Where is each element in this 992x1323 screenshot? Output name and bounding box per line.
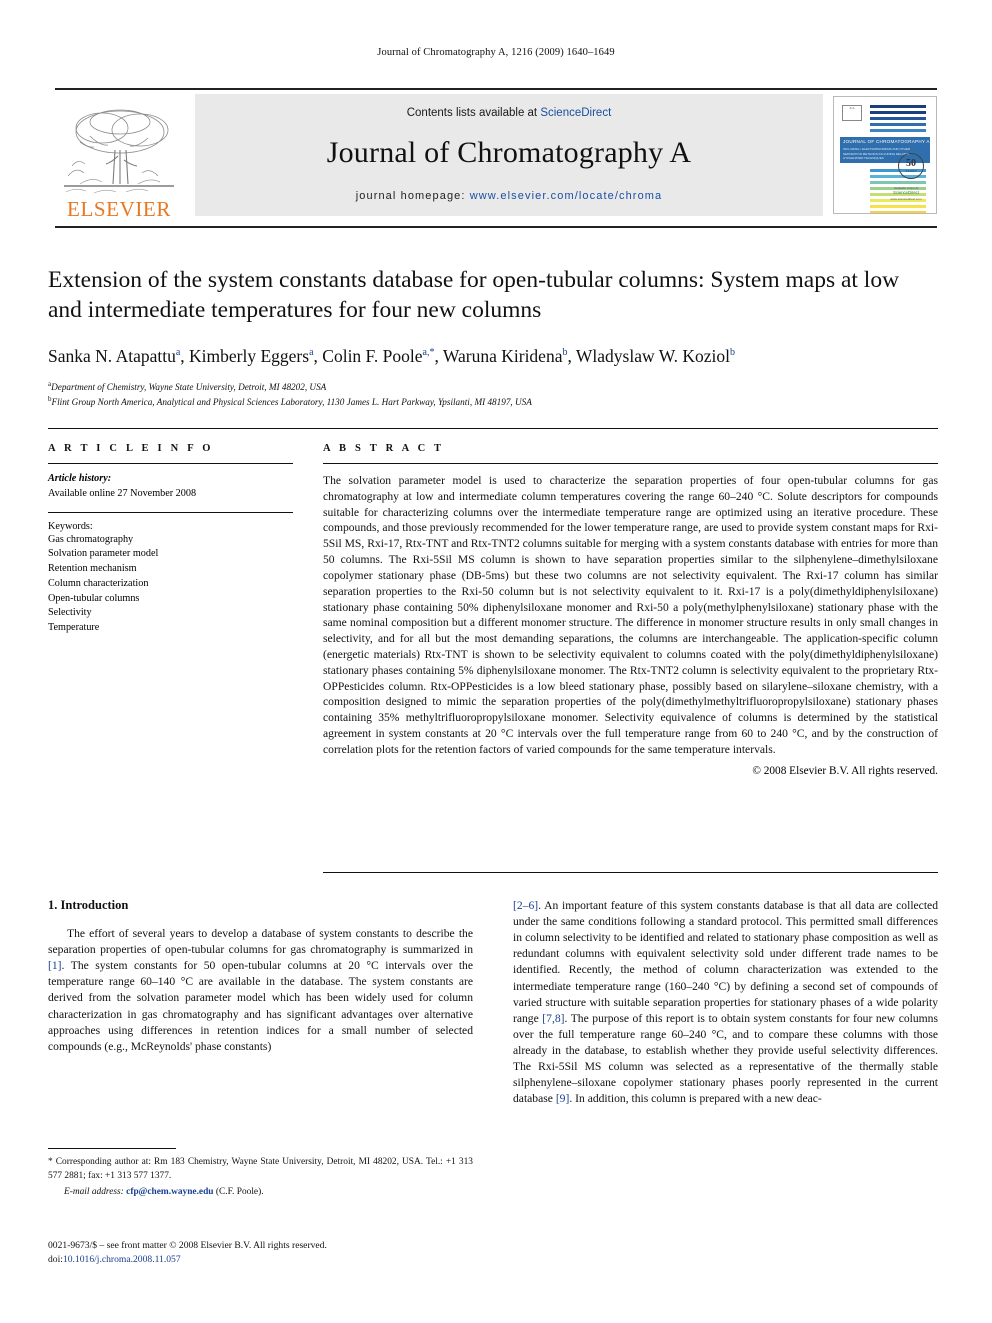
doi-line: doi:10.1016/j.chroma.2008.11.057	[48, 1253, 478, 1267]
cover-50-years-badge: 50 YEARS	[898, 153, 924, 179]
citation-ref-1[interactable]: [1]	[48, 959, 62, 972]
cover-artwork: JCA JOURNAL OF CHROMATOGRAPHY A INCLUDIN…	[840, 103, 930, 213]
sciencedirect-link[interactable]: ScienceDirect	[540, 107, 611, 119]
elsevier-logo: ELSEVIER	[55, 90, 183, 220]
intro-paragraph-left: The effort of several years to develop a…	[48, 926, 473, 1055]
email-link[interactable]: cfp@chem.wayne.edu	[126, 1187, 213, 1197]
keyword-item: Column characterization	[48, 577, 149, 589]
article-first-page: Journal of Chromatography A, 1216 (2009)…	[0, 0, 992, 1323]
journal-banner: Contents lists available at ScienceDirec…	[195, 94, 823, 216]
body-column-left: 1. Introduction The effort of several ye…	[48, 898, 473, 1055]
affiliation-item: bFlint Group North America, Analytical a…	[48, 394, 938, 409]
info-section-top-rule	[48, 428, 938, 429]
author-list: Sanka N. Atapattua, Kimberly Eggersa, Co…	[48, 346, 735, 367]
issn-copyright-block: 0021-9673/$ – see front matter © 2008 El…	[48, 1239, 478, 1268]
article-history-value: Available online 27 November 2008	[48, 487, 197, 499]
abstract-bottom-rule	[323, 872, 938, 873]
keyword-item: Gas chromatography	[48, 533, 134, 545]
intro-text-part1: The effort of several years to develop a…	[48, 927, 473, 957]
author-affil-mark: b	[562, 347, 568, 359]
author-name: Kimberly Eggers	[189, 346, 310, 367]
cover-anniversary-number: 50	[906, 158, 916, 169]
email-label: E-mail address:	[64, 1186, 124, 1197]
contents-available-line: Contents lists available at ScienceDirec…	[407, 107, 612, 119]
email-note: E-mail address: cfp@chem.wayne.edu (C.F.…	[48, 1186, 473, 1200]
article-history: Article history: Available online 27 Nov…	[48, 472, 293, 502]
author-name: Waruna Kiridena	[442, 346, 563, 367]
abstract-copyright: © 2008 Elsevier B.V. All rights reserved…	[752, 764, 938, 777]
affiliation-list: aDepartment of Chemistry, Wayne State Un…	[48, 379, 938, 410]
citation-ref-2-6[interactable]: [2–6]	[513, 899, 538, 912]
keyword-item: Retention mechanism	[48, 563, 137, 575]
doi-label: doi:	[48, 1254, 63, 1266]
abstract-rule	[323, 463, 938, 464]
keywords-block: Keywords: Gas chromatography Solvation p…	[48, 511, 293, 636]
body-column-right: [2–6]. An important feature of this syst…	[513, 898, 938, 1107]
journal-masthead: ELSEVIER Contents lists available at Sci…	[55, 88, 937, 220]
article-info-rule	[48, 463, 293, 464]
cover-footer: Available online at ScienceDirect www.sc…	[886, 186, 926, 201]
citation-ref-9[interactable]: [9]	[556, 1092, 570, 1105]
article-info-heading: A R T I C L E I N F O	[48, 443, 214, 454]
masthead-bottom-rule	[55, 226, 937, 228]
cover-anniversary-label: YEARS	[905, 169, 917, 173]
cover-journal-name: JOURNAL OF CHROMATOGRAPHY A	[843, 139, 930, 144]
affiliation-item: aDepartment of Chemistry, Wayne State Un…	[48, 379, 938, 394]
affiliation-text: Department of Chemistry, Wayne State Uni…	[51, 381, 327, 392]
article-history-label: Article history:	[48, 473, 112, 484]
cover-foot-url: www.sciencedirect.com	[890, 196, 922, 201]
intro-right-part3: . In addition, this column is prepared w…	[569, 1092, 822, 1106]
author-name: Colin F. Poole	[322, 346, 423, 367]
intro-text-part2: . The system constants for 50 open-tubul…	[48, 959, 473, 1053]
homepage-url-link[interactable]: www.elsevier.com/locate/chroma	[470, 190, 663, 202]
keyword-item: Open-tubular columns	[48, 592, 140, 604]
homepage-label: journal homepage:	[355, 190, 466, 202]
abstract-heading: A B S T R A C T	[323, 443, 445, 454]
cover-publisher-mark: JCA	[842, 105, 862, 121]
footnote-rule	[48, 1148, 176, 1149]
elsevier-tree-icon	[64, 109, 174, 194]
citation-ref-7-8[interactable]: [7,8]	[542, 1012, 564, 1025]
abstract-panel: A B S T R A C T The solvation parameter …	[323, 443, 938, 777]
intro-paragraph-right: [2–6]. An important feature of this syst…	[513, 898, 938, 1107]
contents-prefix: Contents lists available at	[406, 107, 541, 119]
corresponding-author-note: * Corresponding author at: Rm 183 Chemis…	[48, 1157, 473, 1181]
doi-link[interactable]: 10.1016/j.chroma.2008.11.057	[63, 1254, 181, 1265]
journal-homepage-line: journal homepage: www.elsevier.com/locat…	[356, 190, 663, 202]
author-affil-mark: a	[175, 347, 181, 359]
keyword-item: Solvation parameter model	[48, 548, 159, 560]
elsevier-wordmark: ELSEVIER	[67, 197, 171, 221]
keyword-item: Temperature	[48, 622, 100, 634]
keyword-item: Selectivity	[48, 607, 92, 619]
running-head: Journal of Chromatography A, 1216 (2009)…	[377, 47, 615, 58]
section-heading-introduction: 1. Introduction	[48, 898, 129, 912]
author-name: Wladyslaw W. Koziol	[575, 346, 730, 367]
footnote-block: * Corresponding author at: Rm 183 Chemis…	[48, 1156, 473, 1200]
keywords-list: Gas chromatography Solvation parameter m…	[48, 533, 293, 636]
email-owner: (C.F. Poole).	[215, 1186, 264, 1197]
title-block: Extension of the system constants databa…	[48, 265, 938, 410]
author-affil-mark: a,*	[422, 347, 435, 359]
page-title: Extension of the system constants databa…	[48, 267, 900, 324]
keywords-label: Keywords:	[48, 520, 93, 532]
article-info-panel: A R T I C L E I N F O Article history: A…	[48, 443, 293, 636]
journal-title: Journal of Chromatography A	[326, 136, 692, 169]
issn-line: 0021-9673/$ – see front matter © 2008 El…	[48, 1240, 327, 1251]
intro-right-part1: . An important feature of this system co…	[513, 899, 938, 1025]
author-affil-mark: b	[729, 347, 735, 359]
journal-cover-thumbnail: JCA JOURNAL OF CHROMATOGRAPHY A INCLUDIN…	[833, 96, 937, 214]
abstract-text: The solvation parameter model is used to…	[323, 474, 938, 756]
author-affil-mark: a	[309, 347, 314, 359]
author-name: Sanka N. Atapattu	[48, 346, 176, 367]
affiliation-text: Flint Group North America, Analytical an…	[51, 397, 532, 408]
